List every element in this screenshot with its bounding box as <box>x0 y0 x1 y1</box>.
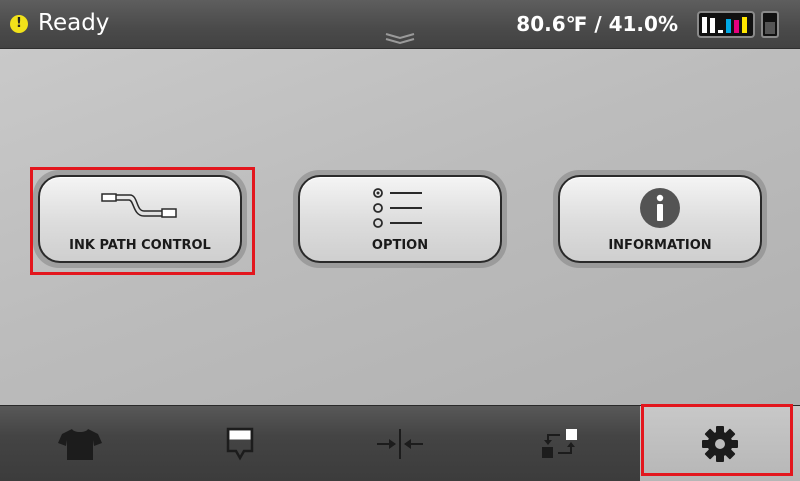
waste-ink-tank-indicator[interactable] <box>761 11 779 38</box>
option-label: OPTION <box>371 238 429 253</box>
information-button[interactable]: INFORMATION <box>558 175 762 263</box>
ink-bar <box>726 19 731 33</box>
option-list-icon <box>373 188 422 228</box>
information-label: INFORMATION <box>608 238 712 253</box>
warning-icon[interactable]: ! <box>10 15 28 33</box>
gear-icon <box>702 425 738 462</box>
bottom-nav-bar <box>0 404 800 481</box>
ink-bar <box>718 30 723 33</box>
ink-path-control-button[interactable]: INK PATH CONTROL <box>38 175 242 263</box>
pull-down-handle-icon[interactable] <box>384 31 416 45</box>
nav-print-job[interactable] <box>0 406 160 481</box>
main-menu-area: INK PATH CONTROL OPTION INFORMATION <box>0 49 800 405</box>
ink-path-control-wrapper: INK PATH CONTROL <box>33 170 247 268</box>
status-text: Ready <box>38 10 110 36</box>
tshirt-icon <box>58 428 102 460</box>
nav-ink[interactable] <box>160 406 320 481</box>
ink-bar <box>702 17 707 33</box>
ink-drop-icon <box>226 427 254 461</box>
option-button[interactable]: OPTION <box>298 175 502 263</box>
ink-level-indicator[interactable] <box>697 11 755 38</box>
ink-bar <box>710 18 715 33</box>
status-bar: ! Ready 80.6℉ / 41.0% <box>0 0 800 49</box>
information-wrapper: INFORMATION <box>553 170 767 268</box>
information-icon <box>640 188 680 228</box>
option-wrapper: OPTION <box>293 170 507 268</box>
nav-settings[interactable] <box>640 406 800 481</box>
ink-path-control-label: INK PATH CONTROL <box>69 238 211 253</box>
waste-ink-level <box>765 22 775 34</box>
platen-adjust-icon <box>377 428 423 459</box>
ink-bar <box>742 17 747 33</box>
temperature-humidity-readout: 80.6℉ / 41.0% <box>516 12 678 36</box>
transfer-icon <box>542 428 577 458</box>
nav-transfer[interactable] <box>480 406 640 481</box>
nav-platen-adjust[interactable] <box>320 406 480 481</box>
ink-path-icon <box>101 193 177 218</box>
ink-bar <box>734 20 739 33</box>
